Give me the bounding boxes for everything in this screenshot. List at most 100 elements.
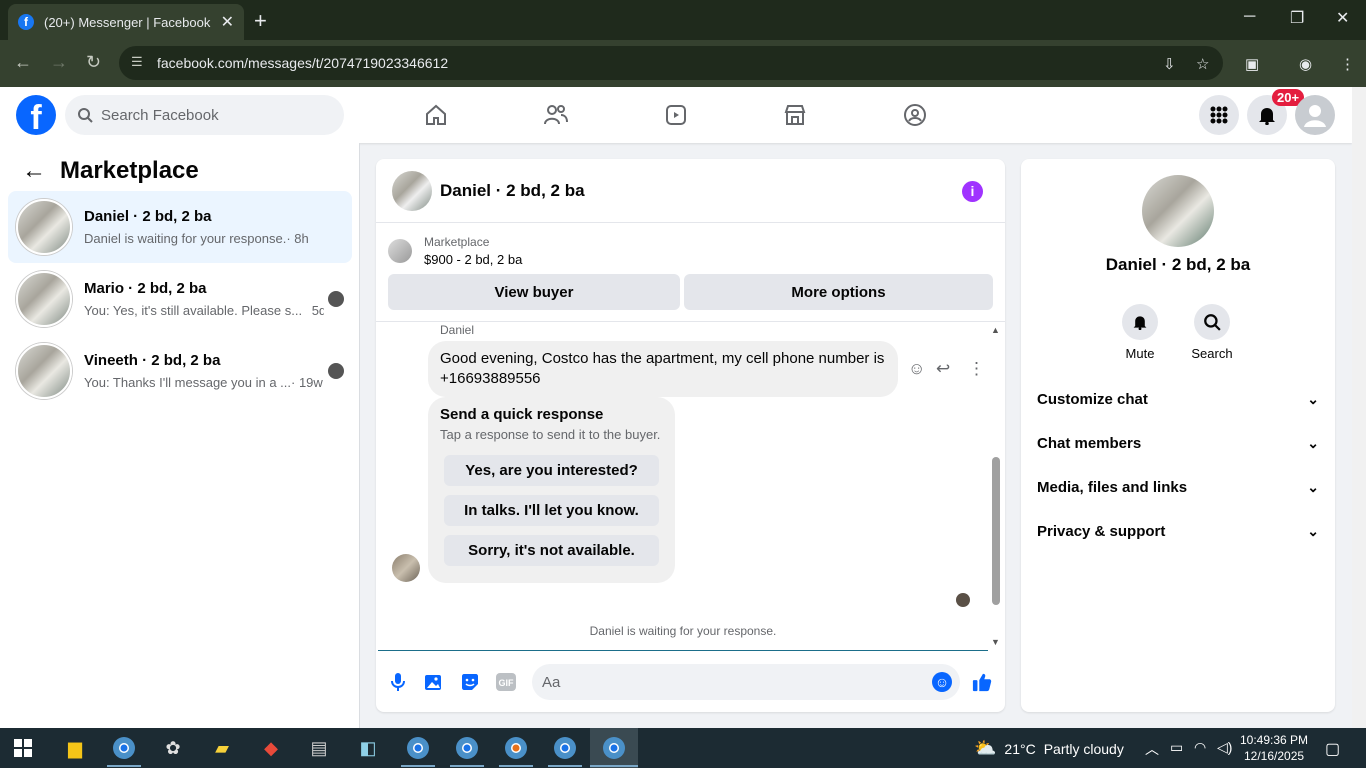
media-files-links-section[interactable]: Media, files and links ⌄ xyxy=(1037,465,1319,509)
message-input-box[interactable]: ☺ xyxy=(532,664,960,700)
marketplace-listing[interactable]: Marketplace $900 - 2 bd, 2 ba xyxy=(388,235,522,267)
message-bubble[interactable]: Good evening, Costco has the apartment, … xyxy=(428,341,898,397)
chrome-icon[interactable] xyxy=(405,735,431,761)
omnibox[interactable]: ☰ facebook.com/messages/t/20747190233466… xyxy=(119,46,1223,80)
bell-icon[interactable] xyxy=(1122,304,1158,340)
new-tab-icon[interactable]: + xyxy=(254,8,267,34)
message-input[interactable] xyxy=(542,673,922,691)
reload-icon[interactable]: ↻ xyxy=(86,52,101,73)
close-window-icon[interactable]: ✕ xyxy=(1336,8,1349,28)
tab-close-icon[interactable]: ✕ xyxy=(221,12,234,32)
customize-chat-section[interactable]: Customize chat ⌄ xyxy=(1037,377,1319,421)
search-action[interactable]: Search xyxy=(1182,304,1242,361)
chat-title[interactable]: Daniel · 2 bd, 2 ba xyxy=(440,181,585,201)
wifi-icon[interactable]: ◠ xyxy=(1194,739,1206,756)
quick-response-button[interactable]: In talks. I'll let you know. xyxy=(444,495,659,526)
restore-icon[interactable]: ❐ xyxy=(1290,8,1304,28)
marketplace-icon[interactable] xyxy=(779,99,811,131)
chrome-icon[interactable] xyxy=(552,735,578,761)
profile-avatar[interactable] xyxy=(1142,175,1214,247)
video-icon[interactable] xyxy=(660,99,692,131)
running-indicator xyxy=(107,765,141,767)
url-text[interactable]: facebook.com/messages/t/2074719023346612 xyxy=(157,55,1223,71)
clock[interactable]: 10:49:36 PM 12/16/2025 xyxy=(1240,732,1308,764)
scroll-down-icon[interactable]: ▼ xyxy=(991,637,1000,647)
avatar[interactable] xyxy=(392,170,432,211)
friends-icon[interactable] xyxy=(540,99,572,131)
date-text: 12/16/2025 xyxy=(1243,749,1305,763)
scroll-up-icon[interactable]: ▲ xyxy=(991,325,1000,335)
tab-title: (20+) Messenger | Facebook xyxy=(44,14,211,30)
profile-icon[interactable]: ◉ xyxy=(1299,55,1312,73)
thumbs-up-icon[interactable] xyxy=(972,672,992,692)
windows-start-icon[interactable] xyxy=(10,735,36,761)
search-input[interactable] xyxy=(101,106,321,124)
chrome-icon[interactable] xyxy=(601,735,627,761)
conversation-item[interactable]: Vineeth · 2 bd, 2 ba You: Thanks I'll me… xyxy=(8,335,352,407)
conversation-item[interactable]: Daniel · 2 bd, 2 ba Daniel is waiting fo… xyxy=(8,191,352,263)
more-options-button[interactable]: More options xyxy=(684,274,993,310)
browser-tab-strip: f (20+) Messenger | Facebook ✕ + ─ ❐ ✕ xyxy=(0,0,1366,40)
message-composer: GIF ☺ xyxy=(376,664,1005,700)
tab-search-icon[interactable]: ▣ xyxy=(1245,55,1259,73)
back-icon[interactable]: ← xyxy=(14,52,32,73)
scrollbar-thumb[interactable] xyxy=(992,457,1000,605)
microphone-icon[interactable] xyxy=(388,672,408,692)
chrome-icon[interactable] xyxy=(503,735,529,761)
reply-icon[interactable]: ↩ xyxy=(936,359,950,379)
anydesk-icon[interactable]: ◆ xyxy=(258,735,284,761)
minimize-icon[interactable]: ─ xyxy=(1244,8,1255,26)
facebook-search[interactable] xyxy=(65,95,344,135)
chevron-down-icon: ⌄ xyxy=(1307,434,1319,451)
browser-menu-icon[interactable]: ⋮ xyxy=(1340,55,1355,73)
back-arrow-icon[interactable]: ← xyxy=(22,157,46,185)
react-icon[interactable]: ☺ xyxy=(908,359,925,379)
menu-grid-icon[interactable] xyxy=(1199,95,1239,135)
home-icon[interactable] xyxy=(420,99,452,131)
running-indicator xyxy=(548,765,582,767)
quick-response-button[interactable]: Sorry, it's not available. xyxy=(444,535,659,566)
privacy-support-section[interactable]: Privacy & support ⌄ xyxy=(1037,509,1319,553)
notification-center-icon[interactable]: ▢ xyxy=(1325,739,1340,759)
chrome-icon[interactable] xyxy=(454,735,480,761)
app-icon[interactable]: ▤ xyxy=(306,735,332,761)
install-app-icon[interactable]: ⇩ xyxy=(1163,55,1176,73)
app-icon[interactable]: ◧ xyxy=(355,735,381,761)
volume-icon[interactable]: ◁) xyxy=(1217,739,1232,756)
sticky-notes-icon[interactable]: ▰ xyxy=(209,735,235,761)
account-avatar[interactable] xyxy=(1295,95,1335,135)
weather-widget[interactable]: ⛅ 21°C Partly cloudy xyxy=(974,738,1124,759)
mute-action[interactable]: Mute xyxy=(1110,304,1170,361)
tray-chevron-up-icon[interactable]: ︿ xyxy=(1145,739,1159,759)
chat-scrollbar[interactable]: ▲ ▼ xyxy=(991,325,1001,647)
site-info-icon[interactable]: ☰ xyxy=(131,54,149,72)
chrome-icon[interactable] xyxy=(111,735,137,761)
avatar xyxy=(16,343,72,399)
info-icon[interactable]: i xyxy=(962,181,983,202)
sticker-icon[interactable] xyxy=(460,672,480,692)
file-explorer-icon[interactable]: ▆ xyxy=(62,735,88,761)
chat-members-section[interactable]: Chat members ⌄ xyxy=(1037,421,1319,465)
browser-tab[interactable]: f (20+) Messenger | Facebook ✕ xyxy=(8,4,244,40)
forward-icon[interactable]: → xyxy=(50,52,68,73)
chevron-down-icon: ⌄ xyxy=(1307,478,1319,495)
bookmark-star-icon[interactable]: ☆ xyxy=(1196,55,1209,73)
facebook-logo[interactable]: f xyxy=(16,95,56,137)
temperature: 21°C xyxy=(1004,740,1036,757)
gaming-icon[interactable] xyxy=(899,99,931,131)
more-actions-icon[interactable]: ⋮ xyxy=(968,359,985,379)
gif-icon[interactable]: GIF xyxy=(496,672,516,692)
conversation-name: Mario · 2 bd, 2 ba xyxy=(84,280,207,297)
page-scrollbar[interactable] xyxy=(1352,87,1366,728)
app-icon[interactable]: ✿ xyxy=(160,735,186,761)
quick-response-button[interactable]: Yes, are you interested? xyxy=(444,455,659,486)
photo-icon[interactable] xyxy=(424,672,444,692)
search-icon[interactable] xyxy=(1194,304,1230,340)
divider xyxy=(376,321,1005,322)
quick-response-card: Send a quick response Tap a response to … xyxy=(428,397,675,583)
view-buyer-button[interactable]: View buyer xyxy=(388,274,680,310)
emoji-icon[interactable]: ☺ xyxy=(932,672,952,692)
battery-icon[interactable]: ▭ xyxy=(1170,739,1183,756)
sidebar-title: Marketplace xyxy=(60,157,199,184)
conversation-item[interactable]: Mario · 2 bd, 2 ba You: Yes, it's still … xyxy=(8,263,352,335)
